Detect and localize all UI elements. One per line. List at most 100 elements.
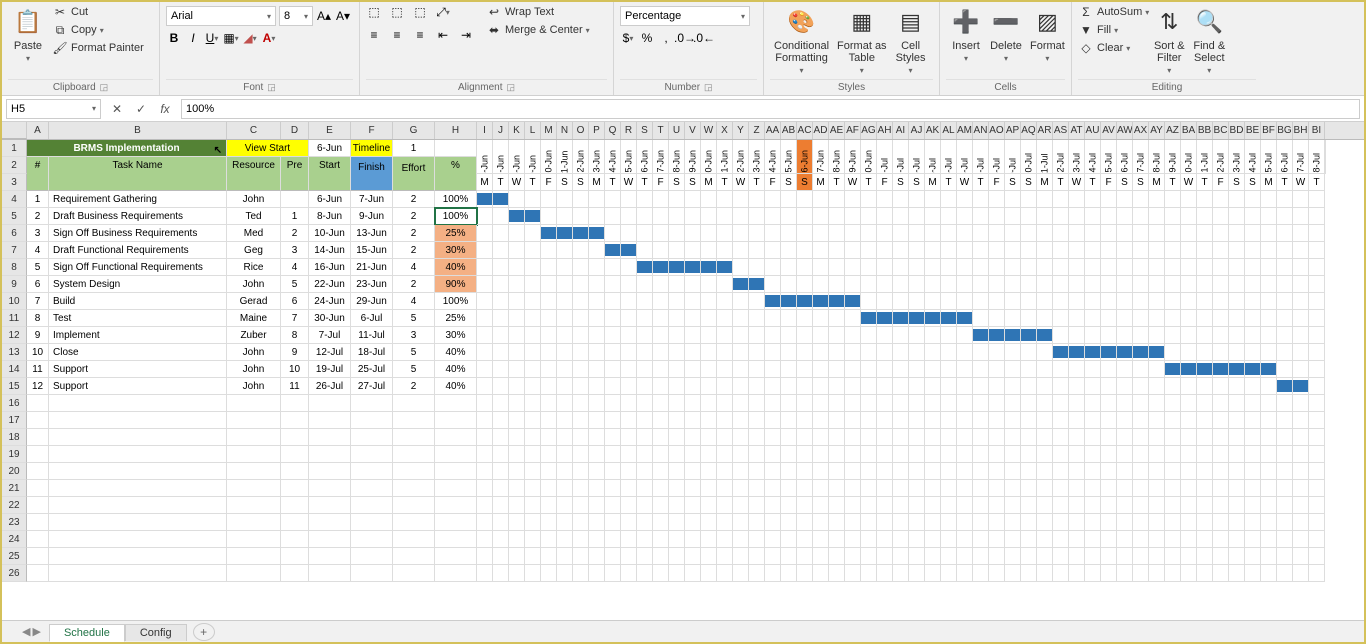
timeline-cell[interactable] [989, 565, 1005, 582]
timeline-cell[interactable] [509, 276, 525, 293]
timeline-cell[interactable] [989, 327, 1005, 344]
timeline-cell[interactable] [749, 429, 765, 446]
timeline-cell[interactable] [893, 480, 909, 497]
timeline-cell[interactable] [541, 514, 557, 531]
cell[interactable]: # [27, 157, 49, 174]
cell[interactable] [309, 548, 351, 565]
timeline-cell[interactable] [733, 310, 749, 327]
cell[interactable] [227, 548, 281, 565]
timeline-cell[interactable] [701, 463, 717, 480]
row-header[interactable]: 26 [2, 565, 27, 582]
timeline-cell[interactable] [541, 531, 557, 548]
timeline-cell[interactable] [813, 378, 829, 395]
timeline-cell[interactable] [669, 276, 685, 293]
number-format-select[interactable]: Percentage▾ [620, 6, 750, 26]
cell[interactable] [435, 480, 477, 497]
timeline-cell[interactable] [973, 276, 989, 293]
timeline-cell[interactable] [701, 480, 717, 497]
cell[interactable]: 100% [435, 293, 477, 310]
timeline-cell[interactable] [1021, 395, 1037, 412]
timeline-cell[interactable] [1229, 429, 1245, 446]
timeline-cell[interactable] [1229, 276, 1245, 293]
timeline-cell[interactable] [1165, 514, 1181, 531]
timeline-cell[interactable] [813, 276, 829, 293]
timeline-cell[interactable] [541, 378, 557, 395]
timeline-cell[interactable] [781, 327, 797, 344]
timeline-cell[interactable] [877, 344, 893, 361]
timeline-cell[interactable] [509, 242, 525, 259]
timeline-cell[interactable] [813, 480, 829, 497]
timeline-cell[interactable] [957, 548, 973, 565]
cell[interactable] [49, 565, 227, 582]
cell[interactable] [49, 446, 227, 463]
timeline-cell[interactable] [717, 225, 733, 242]
timeline-day-cell[interactable]: S [685, 174, 701, 191]
timeline-cell[interactable] [493, 361, 509, 378]
timeline-cell[interactable] [829, 480, 845, 497]
row-header[interactable]: 14 [2, 361, 27, 378]
timeline-cell[interactable] [973, 412, 989, 429]
timeline-cell[interactable] [909, 361, 925, 378]
timeline-cell[interactable] [589, 429, 605, 446]
cell[interactable]: 4 [27, 242, 49, 259]
timeline-cell[interactable] [1165, 327, 1181, 344]
cell[interactable]: John [227, 344, 281, 361]
timeline-cell[interactable] [1037, 531, 1053, 548]
timeline-cell[interactable] [1213, 191, 1229, 208]
timeline-day-cell[interactable]: S [1005, 174, 1021, 191]
timeline-cell[interactable] [637, 361, 653, 378]
timeline-cell[interactable] [1293, 429, 1309, 446]
indent-decrease-icon[interactable]: ⇤ [435, 27, 451, 43]
timeline-date-cell[interactable]: 20-Jul [1181, 140, 1197, 174]
gantt-bar[interactable] [1181, 363, 1196, 375]
timeline-cell[interactable] [877, 463, 893, 480]
timeline-cell[interactable] [493, 191, 509, 208]
timeline-cell[interactable] [813, 497, 829, 514]
timeline-cell[interactable] [557, 446, 573, 463]
timeline-cell[interactable] [557, 225, 573, 242]
timeline-cell[interactable] [1069, 259, 1085, 276]
row-header[interactable]: 15 [2, 378, 27, 395]
formula-input[interactable]: 100% [181, 99, 1360, 119]
timeline-cell[interactable] [1245, 208, 1261, 225]
timeline-cell[interactable] [637, 276, 653, 293]
timeline-cell[interactable] [1133, 548, 1149, 565]
timeline-cell[interactable] [1037, 565, 1053, 582]
col-header[interactable]: AN [973, 122, 989, 139]
timeline-cell[interactable] [589, 446, 605, 463]
gantt-bar[interactable] [669, 261, 684, 273]
timeline-cell[interactable] [1133, 361, 1149, 378]
timeline-cell[interactable] [509, 293, 525, 310]
timeline-cell[interactable] [1021, 412, 1037, 429]
cell[interactable]: 26-Jul [309, 378, 351, 395]
format-as-table-button[interactable]: ▦Format as Table▾ [833, 4, 891, 79]
cell[interactable] [27, 565, 49, 582]
timeline-cell[interactable] [797, 259, 813, 276]
timeline-cell[interactable] [861, 480, 877, 497]
timeline-cell[interactable] [493, 259, 509, 276]
timeline-cell[interactable] [717, 191, 733, 208]
timeline-cell[interactable] [845, 225, 861, 242]
timeline-cell[interactable] [845, 327, 861, 344]
timeline-cell[interactable] [1085, 208, 1101, 225]
timeline-cell[interactable] [541, 344, 557, 361]
timeline-cell[interactable] [493, 242, 509, 259]
timeline-cell[interactable] [957, 412, 973, 429]
col-header[interactable]: AZ [1165, 122, 1181, 139]
timeline-cell[interactable] [861, 514, 877, 531]
timeline-cell[interactable] [989, 446, 1005, 463]
gantt-bar[interactable] [717, 261, 732, 273]
timeline-cell[interactable] [1085, 344, 1101, 361]
col-header[interactable]: Q [605, 122, 621, 139]
timeline-cell[interactable] [621, 327, 637, 344]
timeline-cell[interactable] [797, 446, 813, 463]
timeline-cell[interactable] [685, 344, 701, 361]
timeline-cell[interactable] [797, 225, 813, 242]
timeline-date-cell[interactable]: 23-Jul [1229, 140, 1245, 174]
timeline-cell[interactable] [1021, 480, 1037, 497]
timeline-cell[interactable] [1309, 208, 1325, 225]
timeline-cell[interactable] [957, 242, 973, 259]
timeline-cell[interactable] [893, 565, 909, 582]
timeline-cell[interactable] [525, 259, 541, 276]
timeline-cell[interactable] [1213, 208, 1229, 225]
